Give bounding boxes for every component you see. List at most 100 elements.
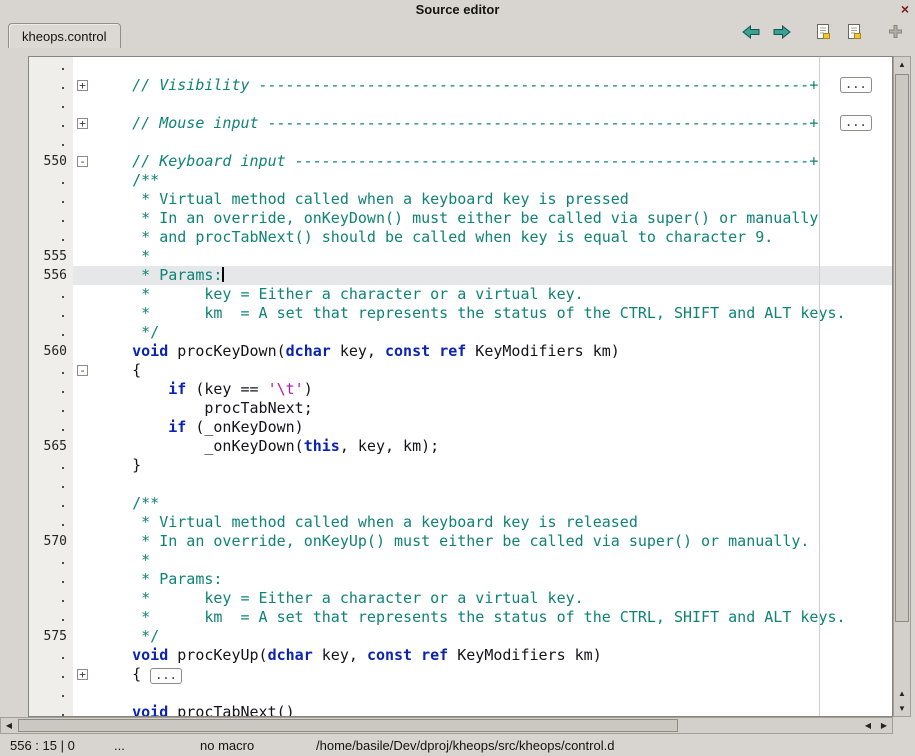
tab-kheops-control[interactable]: kheops.control <box>8 23 121 48</box>
statusbar: 556 : 15 | 0 ... no macro /home/basile/D… <box>0 734 915 756</box>
fold-toggle-icon[interactable]: - <box>73 361 94 380</box>
folded-block-ellipsis[interactable]: ... <box>150 668 182 684</box>
code-line[interactable]: . void procTabNext() <box>29 703 892 717</box>
code-line[interactable]: 575 */ <box>29 627 892 646</box>
line-number: 555 <box>29 247 73 266</box>
fold-margin <box>73 133 94 152</box>
fold-margin <box>73 228 94 247</box>
line-number: . <box>29 57 73 76</box>
code-line[interactable]: . * Params: <box>29 570 892 589</box>
go-forward-button[interactable] <box>770 24 794 44</box>
line-number: . <box>29 209 73 228</box>
code-line[interactable]: 565 _onKeyDown(this, key, km); <box>29 437 892 456</box>
line-number: . <box>29 418 73 437</box>
fold-collapse-icon[interactable]: - <box>77 156 88 167</box>
fold-toggle-icon[interactable]: + <box>73 76 94 95</box>
code-line[interactable]: . } <box>29 456 892 475</box>
right-arrow-icon: ▶ <box>881 721 887 730</box>
vertical-scroll-track[interactable] <box>894 72 910 686</box>
line-number: . <box>29 456 73 475</box>
fold-margin <box>73 304 94 323</box>
save-file-icon <box>815 24 831 45</box>
code-line[interactable]: . */ <box>29 323 892 342</box>
scroll-up-secondary-button[interactable]: ▲ <box>894 686 910 701</box>
fold-margin <box>73 209 94 228</box>
code-line[interactable]: 570 * In an override, onKeyUp() must eit… <box>29 532 892 551</box>
code-line[interactable]: . <box>29 133 892 152</box>
plus-button[interactable] <box>883 24 907 44</box>
fold-margin <box>73 323 94 342</box>
fold-expand-icon[interactable]: + <box>77 118 88 129</box>
code-line[interactable]: .- { <box>29 361 892 380</box>
line-number: . <box>29 684 73 703</box>
save-file-button[interactable] <box>811 24 835 44</box>
code-line[interactable]: . * km = A set that represents the statu… <box>29 304 892 323</box>
code-text: * Params: <box>94 266 892 285</box>
code-line[interactable]: . <box>29 684 892 703</box>
fold-toggle-icon[interactable]: + <box>73 114 94 133</box>
code-line[interactable]: . if (key == '\t') <box>29 380 892 399</box>
code-editor[interactable]: ..+ // Visibility ----------------------… <box>28 56 893 717</box>
fold-margin <box>73 171 94 190</box>
code-text <box>94 95 892 114</box>
scroll-left-button[interactable]: ◀ <box>1 718 17 733</box>
save-file-as-button[interactable] <box>842 24 866 44</box>
code-line[interactable]: . * In an override, onKeyDown() must eit… <box>29 209 892 228</box>
code-line[interactable]: .+ // Mouse input ----------------------… <box>29 114 892 133</box>
up-arrow-icon: ▲ <box>898 689 906 698</box>
code-line[interactable]: . * key = Either a character or a virtua… <box>29 589 892 608</box>
line-number: . <box>29 380 73 399</box>
line-number: 560 <box>29 342 73 361</box>
code-line[interactable]: . * km = A set that represents the statu… <box>29 608 892 627</box>
fold-margin <box>73 608 94 627</box>
code-line[interactable]: 560 void procKeyDown(dchar key, const re… <box>29 342 892 361</box>
vertical-scrollbar[interactable]: ▲ ▲ ▼ <box>893 56 911 717</box>
fold-margin <box>73 456 94 475</box>
fold-margin <box>73 570 94 589</box>
code-line[interactable]: . * key = Either a character or a virtua… <box>29 285 892 304</box>
line-number: . <box>29 703 73 717</box>
code-line[interactable]: . <box>29 57 892 76</box>
code-line[interactable]: .+ // Visibility -----------------------… <box>29 76 892 95</box>
fold-expand-icon[interactable]: + <box>77 80 88 91</box>
horizontal-scrollbar[interactable]: ◀ ◀ ▶ <box>0 717 893 734</box>
code-line[interactable]: 550- // Keyboard input -----------------… <box>29 152 892 171</box>
fold-collapse-icon[interactable]: - <box>77 365 88 376</box>
scroll-left-secondary-button[interactable]: ◀ <box>860 718 876 733</box>
code-line[interactable]: . * and procTabNext() should be called w… <box>29 228 892 247</box>
folded-block-ellipsis[interactable]: ... <box>840 77 872 93</box>
fold-margin <box>73 684 94 703</box>
code-line[interactable]: 555 * <box>29 247 892 266</box>
code-line[interactable]: . void procKeyUp(dchar key, const ref Ke… <box>29 646 892 665</box>
fold-toggle-icon[interactable]: - <box>73 152 94 171</box>
go-back-button[interactable] <box>739 24 763 44</box>
code-line[interactable]: . * Virtual method called when a keyboar… <box>29 190 892 209</box>
scroll-down-button[interactable]: ▼ <box>894 701 910 716</box>
fold-margin <box>73 266 94 285</box>
scroll-up-button[interactable]: ▲ <box>894 57 910 72</box>
code-line[interactable]: . /** <box>29 171 892 190</box>
horizontal-scroll-thumb[interactable] <box>18 719 678 732</box>
horizontal-scroll-track[interactable] <box>17 718 860 733</box>
caret-position: 556 : 15 | 0 <box>0 738 104 753</box>
scroll-right-button[interactable]: ▶ <box>876 718 892 733</box>
window-title: Source editor <box>0 2 915 17</box>
code-line[interactable]: . if (_onKeyDown) <box>29 418 892 437</box>
fold-margin <box>73 285 94 304</box>
down-arrow-icon: ▼ <box>898 704 906 713</box>
code-line[interactable]: . procTabNext; <box>29 399 892 418</box>
code-line[interactable]: . /** <box>29 494 892 513</box>
code-line[interactable]: .+ {... <box>29 665 892 684</box>
code-text: * In an override, onKeyDown() must eithe… <box>94 209 892 228</box>
code-line[interactable]: . * <box>29 551 892 570</box>
code-line[interactable]: . <box>29 475 892 494</box>
fold-margin <box>73 494 94 513</box>
fold-expand-icon[interactable]: + <box>77 669 88 680</box>
vertical-scroll-thumb[interactable] <box>895 74 909 622</box>
code-line[interactable]: 556 * Params: <box>29 266 892 285</box>
fold-toggle-icon[interactable]: + <box>73 665 94 684</box>
code-line[interactable]: . * Virtual method called when a keyboar… <box>29 513 892 532</box>
folded-block-ellipsis[interactable]: ... <box>840 115 872 131</box>
close-icon[interactable]: × <box>901 1 909 17</box>
code-line[interactable]: . <box>29 95 892 114</box>
